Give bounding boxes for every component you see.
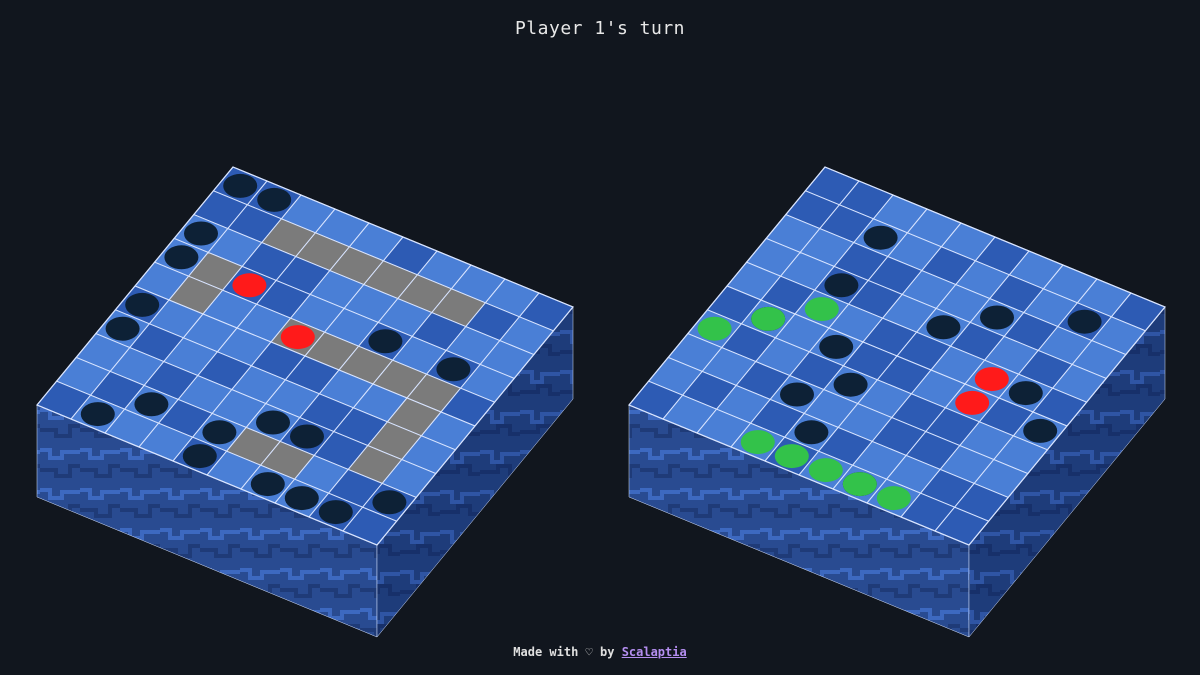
opponent-target-board [628,166,1166,638]
miss-peg[interactable] [740,430,775,455]
miss-peg[interactable] [876,486,911,511]
empty-hole[interactable] [318,500,353,525]
empty-hole[interactable] [257,187,292,212]
author-link[interactable]: Scalaptia [622,645,687,659]
empty-hole[interactable] [125,292,160,317]
empty-hole[interactable] [794,420,829,445]
empty-hole[interactable] [436,357,471,382]
miss-peg[interactable] [751,306,786,331]
hit-peg[interactable] [232,273,267,298]
hit-peg[interactable] [974,367,1009,392]
empty-hole[interactable] [863,225,898,250]
empty-hole[interactable] [256,410,290,435]
own-fleet-board [36,166,574,638]
footer: Made with ♡ by Scalaptia [0,645,1200,659]
miss-peg[interactable] [774,444,809,469]
empty-hole[interactable] [819,334,854,359]
empty-hole[interactable] [1067,309,1102,334]
empty-hole[interactable] [1023,418,1058,443]
hit-peg[interactable] [280,325,315,350]
empty-hole[interactable] [368,329,403,354]
empty-hole[interactable] [164,245,199,270]
heart-icon: ♡ [585,645,593,659]
empty-hole[interactable] [290,424,324,449]
empty-hole[interactable] [980,305,1014,330]
empty-hole[interactable] [105,316,140,341]
empty-hole[interactable] [284,486,319,511]
empty-hole[interactable] [202,420,237,445]
miss-peg[interactable] [842,472,877,497]
game-screen: Player 1's turn Made with ♡ by Scalaptia [0,0,1200,675]
empty-hole[interactable] [134,392,169,417]
empty-hole[interactable] [372,490,407,515]
empty-hole[interactable] [1008,381,1043,406]
miss-peg[interactable] [804,297,839,322]
empty-hole[interactable] [824,273,859,298]
footer-by: by [600,645,615,659]
empty-hole[interactable] [780,382,814,407]
empty-hole[interactable] [80,402,115,427]
empty-hole[interactable] [926,315,961,340]
empty-hole[interactable] [182,444,217,469]
hit-peg[interactable] [955,390,990,415]
empty-hole[interactable] [250,472,285,497]
boards-canvas [36,166,1166,638]
miss-peg[interactable] [808,458,843,483]
empty-hole[interactable] [223,173,258,198]
miss-peg[interactable] [697,316,732,341]
footer-made-with: Made with [513,645,579,659]
empty-hole[interactable] [184,221,218,246]
empty-hole[interactable] [833,372,868,397]
